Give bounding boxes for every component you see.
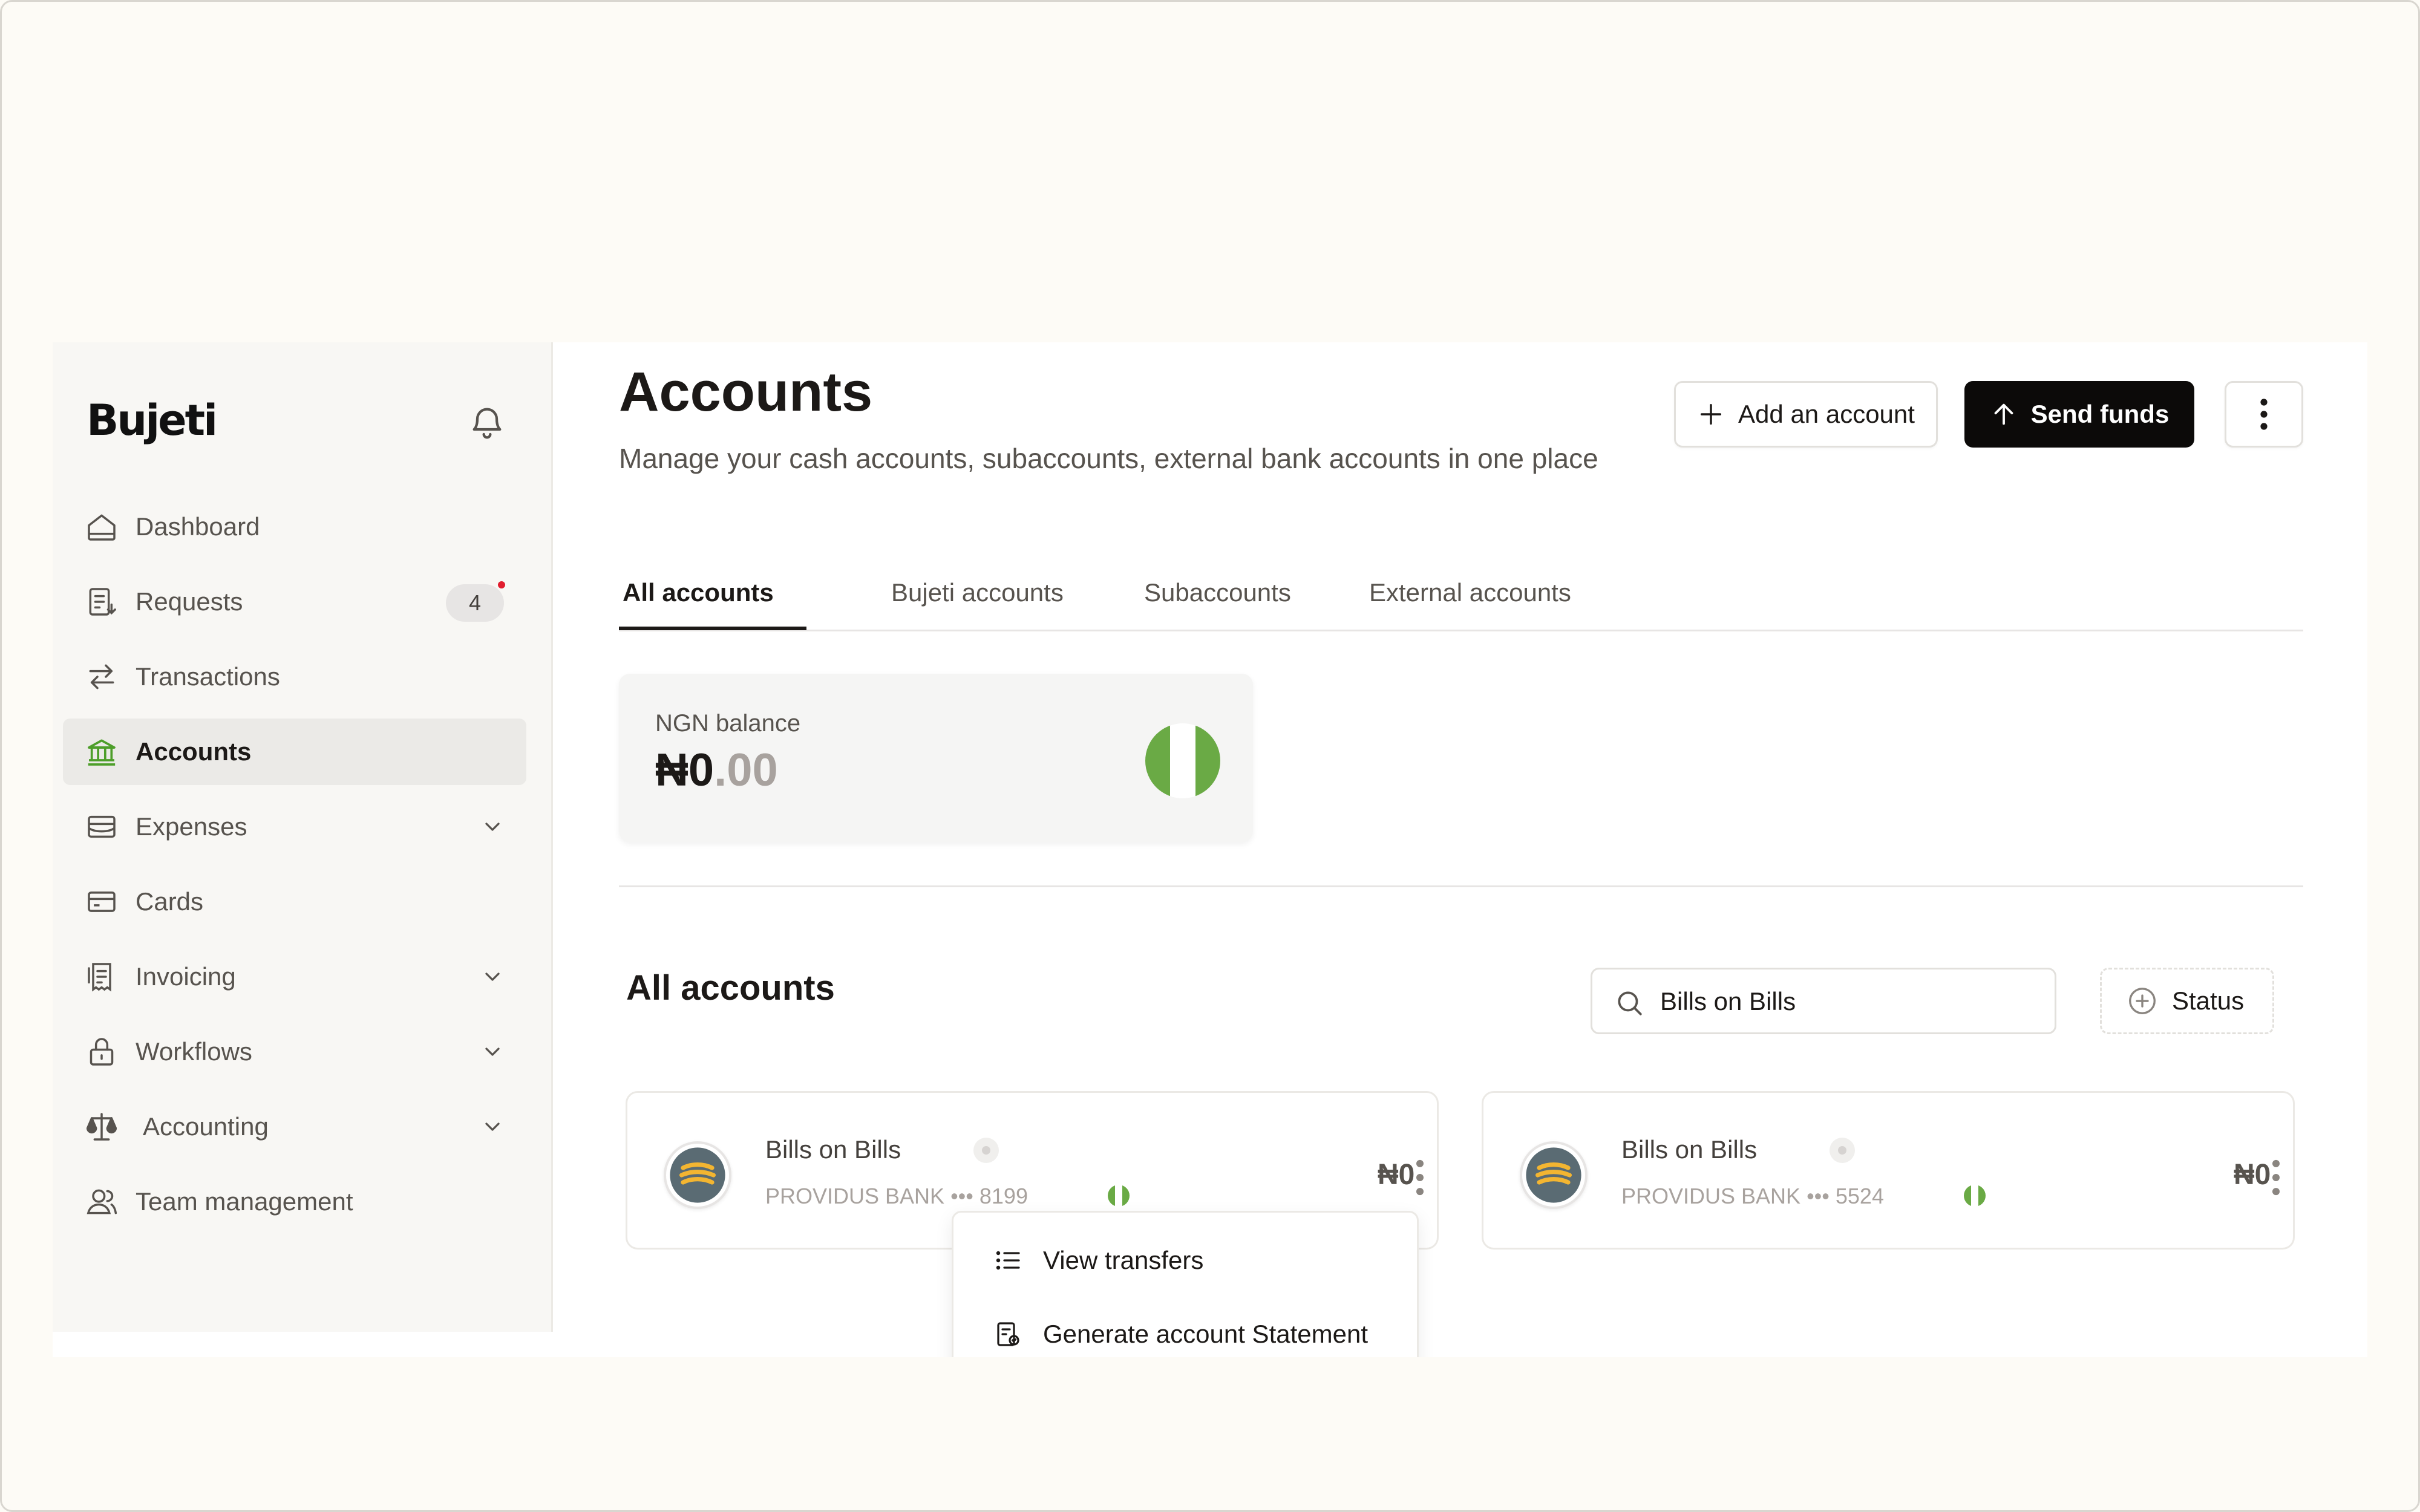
- status-dot-icon: [1830, 1138, 1855, 1163]
- chevron-down-icon[interactable]: [480, 1115, 505, 1139]
- section-divider: [619, 885, 2303, 887]
- bell-icon[interactable]: [468, 403, 506, 442]
- balance-amount-decimal: .00: [714, 745, 778, 796]
- balance-label: NGN balance: [655, 710, 801, 737]
- sidebar-item-label: Invoicing: [136, 962, 236, 991]
- bank-icon: [88, 739, 116, 766]
- sidebar-item-label: Transactions: [136, 662, 280, 691]
- account-menu-icon[interactable]: [2264, 1159, 2288, 1196]
- team-icon: [87, 1189, 117, 1214]
- status-filter-button[interactable]: Status: [2100, 968, 2274, 1034]
- statement-icon: [997, 1322, 1019, 1346]
- account-tabs: All accounts Bujeti accounts Subaccounts…: [619, 554, 2303, 631]
- sidebar-item-workflows[interactable]: Workflows: [63, 1018, 526, 1085]
- account-name: Bills on Bills: [1621, 1135, 1758, 1164]
- sidebar-nav: Dashboard Requests 4 Transactions Accoun…: [63, 494, 526, 1243]
- scale-icon: [86, 1113, 117, 1141]
- status-filter-label: Status: [2172, 986, 2245, 1015]
- chevron-down-icon[interactable]: [480, 965, 505, 989]
- account-logo-icon: [1520, 1141, 1588, 1209]
- lock-icon: [90, 1038, 114, 1066]
- plus-icon: [1700, 403, 1722, 425]
- app-window: Bujeti Dashboard Requests 4 Transactions…: [53, 342, 2367, 1357]
- active-tab-indicator: [619, 627, 806, 630]
- tab-external-accounts[interactable]: External accounts: [1369, 554, 1571, 631]
- search-icon: [1618, 991, 1642, 1015]
- list-icon: [996, 1251, 1020, 1270]
- sidebar-item-label: Accounts: [136, 737, 252, 766]
- sidebar-item-label: Dashboard: [136, 512, 260, 541]
- tab-bujeti-accounts[interactable]: Bujeti accounts: [891, 554, 1064, 631]
- account-logo-icon: [664, 1141, 731, 1209]
- nigeria-flag-icon: [1145, 723, 1220, 798]
- page-title: Accounts: [619, 361, 873, 423]
- sidebar-item-accounting[interactable]: Accounting: [63, 1093, 526, 1160]
- balance-amount: ₦0.00: [655, 744, 778, 797]
- menu-item-generate-statement[interactable]: Generate account Statement: [953, 1301, 1421, 1357]
- tab-all-accounts[interactable]: All accounts: [623, 554, 774, 631]
- arrow-up-icon: [1994, 403, 2013, 425]
- section-title: All accounts: [626, 968, 835, 1008]
- sidebar-item-label: Accounting: [143, 1112, 269, 1141]
- nigeria-flag-icon: [1964, 1185, 1986, 1207]
- account-context-menu: View transfers Generate account Statemen…: [952, 1211, 1419, 1357]
- expenses-icon: [88, 815, 116, 838]
- bujeti-logo[interactable]: Bujeti: [87, 396, 218, 445]
- notification-dot: [496, 579, 507, 590]
- sidebar: Bujeti Dashboard Requests 4 Transactions…: [53, 342, 553, 1332]
- menu-item-view-transfers[interactable]: View transfers: [953, 1227, 1421, 1294]
- chevron-down-icon[interactable]: [480, 1040, 505, 1064]
- account-card[interactable]: Bills on Bills PROVIDUS BANK ••• 5524 ₦0: [1482, 1091, 2295, 1250]
- sidebar-item-label: Requests: [136, 587, 243, 616]
- sidebar-item-transactions[interactable]: Transactions: [63, 644, 526, 710]
- search-input[interactable]: [1660, 982, 2035, 1022]
- sidebar-item-accounts[interactable]: Accounts: [63, 719, 526, 785]
- transfer-arrows-icon: [89, 664, 114, 689]
- sidebar-item-requests[interactable]: Requests 4: [63, 569, 526, 635]
- add-account-button[interactable]: Add an account: [1674, 381, 1938, 448]
- balance-amount-whole: ₦0: [655, 745, 715, 796]
- sidebar-item-label: Expenses: [136, 812, 247, 841]
- sidebar-item-label: Team management: [136, 1187, 353, 1216]
- add-account-label: Add an account: [1738, 400, 1915, 428]
- sidebar-item-expenses[interactable]: Expenses: [63, 793, 526, 860]
- account-bank-details: PROVIDUS BANK ••• 8199: [765, 1184, 1028, 1208]
- menu-item-label: Generate account Statement: [1043, 1320, 1368, 1348]
- ngn-balance-card: NGN balance ₦0.00: [619, 674, 1253, 842]
- invoice-icon: [88, 963, 111, 992]
- search-box[interactable]: [1591, 968, 2056, 1034]
- sidebar-item-label: Workflows: [136, 1037, 252, 1066]
- account-menu-icon[interactable]: [1408, 1159, 1432, 1196]
- send-funds-label: Send funds: [2030, 400, 2170, 428]
- home-icon: [88, 514, 116, 541]
- menu-item-label: View transfers: [1043, 1246, 1204, 1274]
- plus-circle-icon: [2129, 988, 2156, 1014]
- status-dot-icon: [973, 1138, 999, 1163]
- requests-icon: [89, 588, 116, 616]
- account-name: Bills on Bills: [765, 1135, 901, 1164]
- kebab-icon: [2260, 399, 2268, 430]
- sidebar-item-dashboard[interactable]: Dashboard: [63, 494, 526, 560]
- sidebar-item-label: Cards: [136, 887, 204, 916]
- more-options-button[interactable]: [2225, 381, 2303, 448]
- card-icon: [88, 891, 116, 912]
- chevron-down-icon[interactable]: [480, 815, 505, 839]
- account-bank-details: PROVIDUS BANK ••• 5524: [1621, 1184, 1884, 1208]
- send-funds-button[interactable]: Send funds: [1964, 381, 2194, 448]
- requests-count-badge: 4: [446, 584, 504, 622]
- sidebar-item-team-management[interactable]: Team management: [63, 1168, 526, 1235]
- sidebar-item-cards[interactable]: Cards: [63, 868, 526, 935]
- sidebar-item-invoicing[interactable]: Invoicing: [63, 943, 526, 1010]
- page-subtitle: Manage your cash accounts, subaccounts, …: [619, 443, 1598, 474]
- nigeria-flag-icon: [1108, 1185, 1130, 1207]
- tab-subaccounts[interactable]: Subaccounts: [1144, 554, 1291, 631]
